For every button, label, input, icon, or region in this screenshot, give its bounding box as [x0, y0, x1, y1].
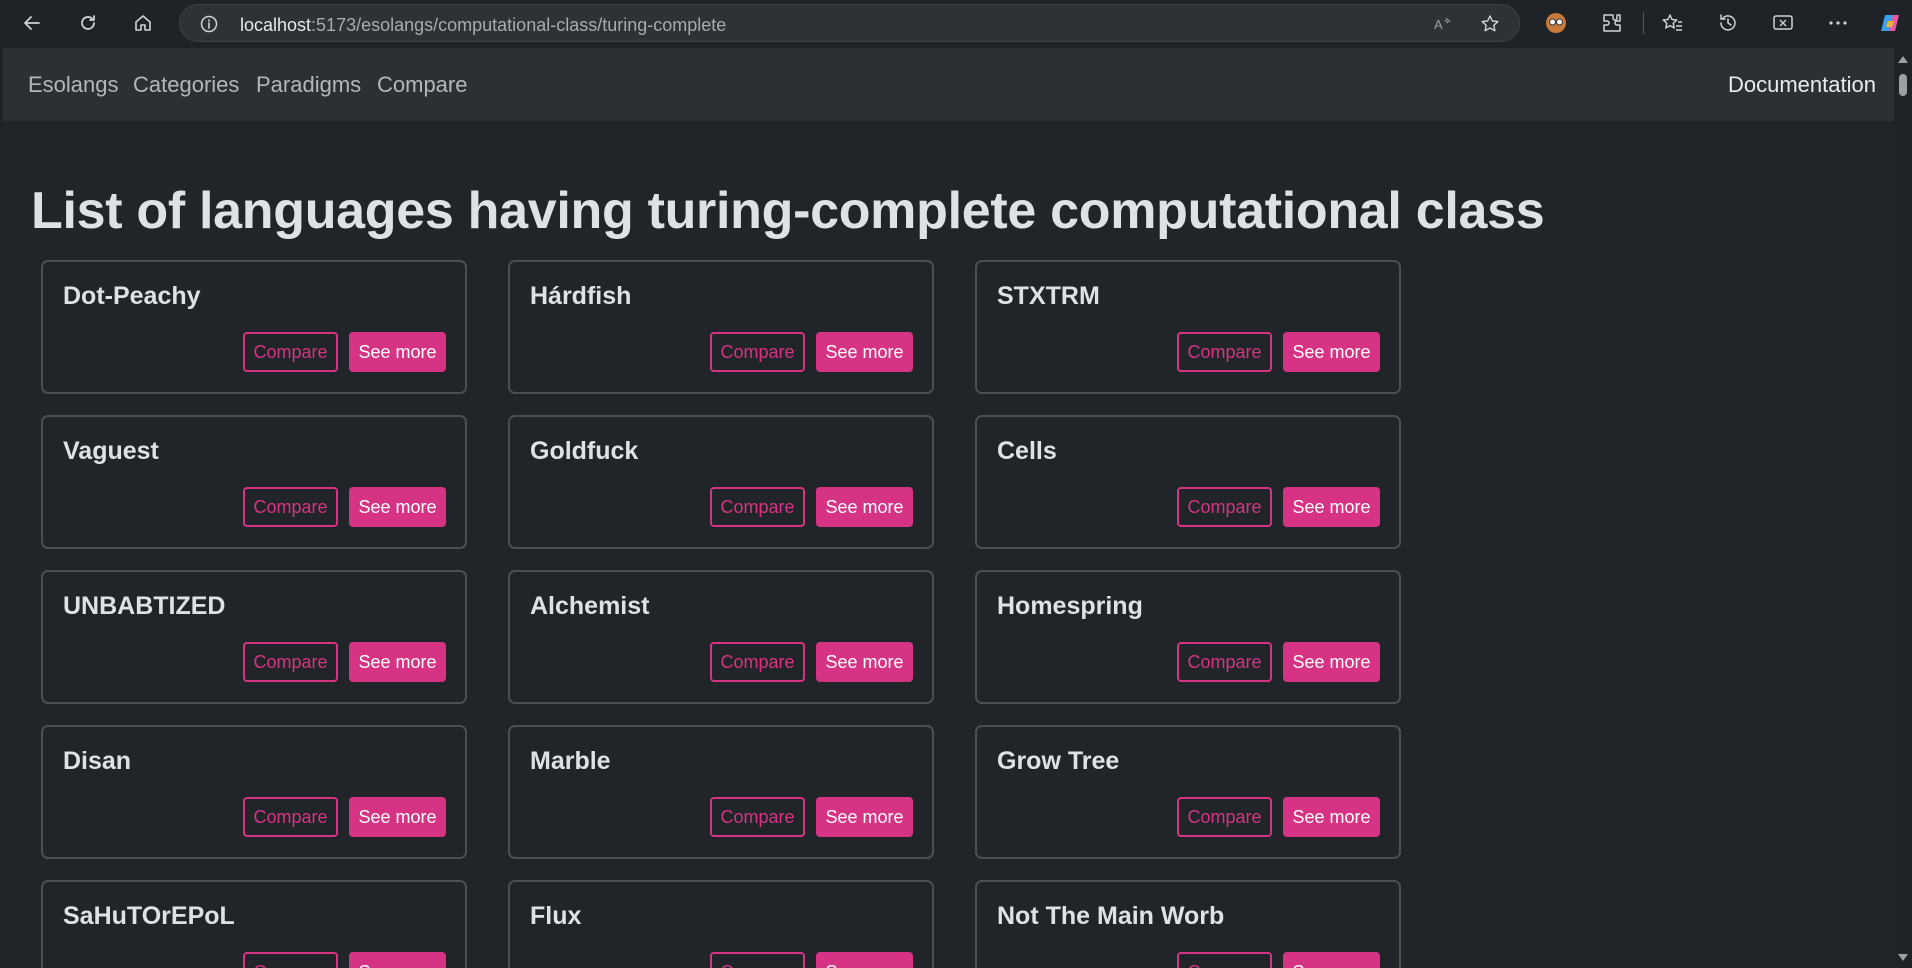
see-more-button[interactable]: See more [1283, 642, 1380, 682]
compare-button[interactable]: Compare [710, 642, 805, 682]
see-more-button[interactable]: See more [816, 642, 913, 682]
language-card: Not The Main Worb Compare See more [975, 880, 1401, 968]
see-more-button[interactable]: See more [349, 952, 446, 968]
language-card: UNBABTIZED Compare See more [41, 570, 467, 704]
see-more-button[interactable]: See more [349, 642, 446, 682]
language-name: Marble [530, 747, 611, 775]
nav-link-paradigms[interactable]: Paradigms [256, 72, 361, 98]
language-card: Flux Compare See more [508, 880, 934, 968]
scroll-up-icon[interactable] [1898, 56, 1908, 63]
language-name: Homespring [997, 592, 1143, 620]
top-navbar: Esolangs Categories Paradigms Compare Do… [3, 48, 1894, 121]
back-icon[interactable] [16, 7, 48, 39]
language-card: Vaguest Compare See more [41, 415, 467, 549]
compare-button[interactable]: Compare [1177, 642, 1272, 682]
language-name: UNBABTIZED [63, 592, 226, 620]
language-card: STXTRM Compare See more [975, 260, 1401, 394]
nav-link-compare[interactable]: Compare [377, 72, 467, 98]
history-icon[interactable] [1716, 11, 1740, 35]
language-name: Alchemist [530, 592, 650, 620]
extensions-icon[interactable] [1600, 11, 1624, 35]
compare-button[interactable]: Compare [1177, 332, 1272, 372]
read-aloud-icon[interactable]: A [1432, 14, 1452, 34]
see-more-button[interactable]: See more [349, 797, 446, 837]
language-card: Disan Compare See more [41, 725, 467, 859]
nav-link-documentation[interactable]: Documentation [1728, 72, 1876, 98]
compare-button[interactable]: Compare [243, 797, 338, 837]
language-card: Hárdfish Compare See more [508, 260, 934, 394]
see-more-button[interactable]: See more [816, 332, 913, 372]
home-icon[interactable] [127, 7, 159, 39]
compare-button[interactable]: Compare [1177, 797, 1272, 837]
see-more-button[interactable]: See more [816, 952, 913, 968]
refresh-icon[interactable] [72, 7, 104, 39]
compare-button[interactable]: Compare [710, 952, 805, 968]
language-card: Grow Tree Compare See more [975, 725, 1401, 859]
screenshot-icon[interactable] [1771, 11, 1795, 35]
language-name: Cells [997, 437, 1057, 465]
language-name: Hárdfish [530, 282, 632, 310]
browser-toolbar: localhost:5173/esolangs/computational-cl… [0, 0, 1912, 46]
language-name: Disan [63, 747, 132, 775]
see-more-button[interactable]: See more [1283, 952, 1380, 968]
compare-button[interactable]: Compare [243, 642, 338, 682]
favorites-icon[interactable] [1660, 11, 1684, 35]
language-name: Goldfuck [530, 437, 639, 465]
see-more-button[interactable]: See more [816, 797, 913, 837]
compare-button[interactable]: Compare [243, 332, 338, 372]
scroll-down-icon[interactable] [1898, 954, 1908, 961]
compare-button[interactable]: Compare [710, 487, 805, 527]
language-name: Dot-Peachy [63, 282, 201, 310]
language-card: Marble Compare See more [508, 725, 934, 859]
address-bar[interactable]: localhost:5173/esolangs/computational-cl… [179, 4, 1520, 42]
profile-avatar-icon[interactable] [1544, 11, 1568, 35]
language-card: Goldfuck Compare See more [508, 415, 934, 549]
toolbar-divider [1643, 12, 1644, 34]
compare-button[interactable]: Compare [243, 487, 338, 527]
language-name: Vaguest [63, 437, 159, 465]
nav-link-esolangs[interactable]: Esolangs [28, 72, 119, 98]
see-more-button[interactable]: See more [349, 487, 446, 527]
language-card: SaHuTOrEPoL Compare See more [41, 880, 467, 968]
favorite-star-icon[interactable] [1480, 14, 1500, 34]
see-more-button[interactable]: See more [816, 487, 913, 527]
scrollbar[interactable] [1894, 48, 1912, 968]
see-more-button[interactable]: See more [1283, 332, 1380, 372]
language-card: Cells Compare See more [975, 415, 1401, 549]
compare-button[interactable]: Compare [1177, 952, 1272, 968]
compare-button[interactable]: Compare [710, 797, 805, 837]
svg-text:A: A [1434, 17, 1443, 32]
compare-button[interactable]: Compare [243, 952, 338, 968]
copilot-icon[interactable] [1878, 11, 1902, 35]
page-viewport: Esolangs Categories Paradigms Compare Do… [3, 48, 1894, 968]
compare-button[interactable]: Compare [1177, 487, 1272, 527]
language-name: Flux [530, 902, 582, 930]
language-card: Dot-Peachy Compare See more [41, 260, 467, 394]
see-more-button[interactable]: See more [1283, 487, 1380, 527]
see-more-button[interactable]: See more [1283, 797, 1380, 837]
see-more-button[interactable]: See more [349, 332, 446, 372]
page-title: List of languages having turing-complete… [31, 182, 1545, 240]
nav-link-categories[interactable]: Categories [133, 72, 239, 98]
language-name: SaHuTOrEPoL [63, 902, 235, 930]
language-card: Homespring Compare See more [975, 570, 1401, 704]
language-name: Not The Main Worb [997, 902, 1225, 930]
compare-button[interactable]: Compare [710, 332, 805, 372]
language-card: Alchemist Compare See more [508, 570, 934, 704]
url-text: localhost:5173/esolangs/computational-cl… [240, 15, 727, 35]
scroll-thumb[interactable] [1899, 74, 1907, 96]
more-options-icon[interactable] [1826, 11, 1850, 35]
language-name: Grow Tree [997, 747, 1120, 775]
site-info-icon[interactable] [200, 15, 218, 33]
language-name: STXTRM [997, 282, 1100, 310]
